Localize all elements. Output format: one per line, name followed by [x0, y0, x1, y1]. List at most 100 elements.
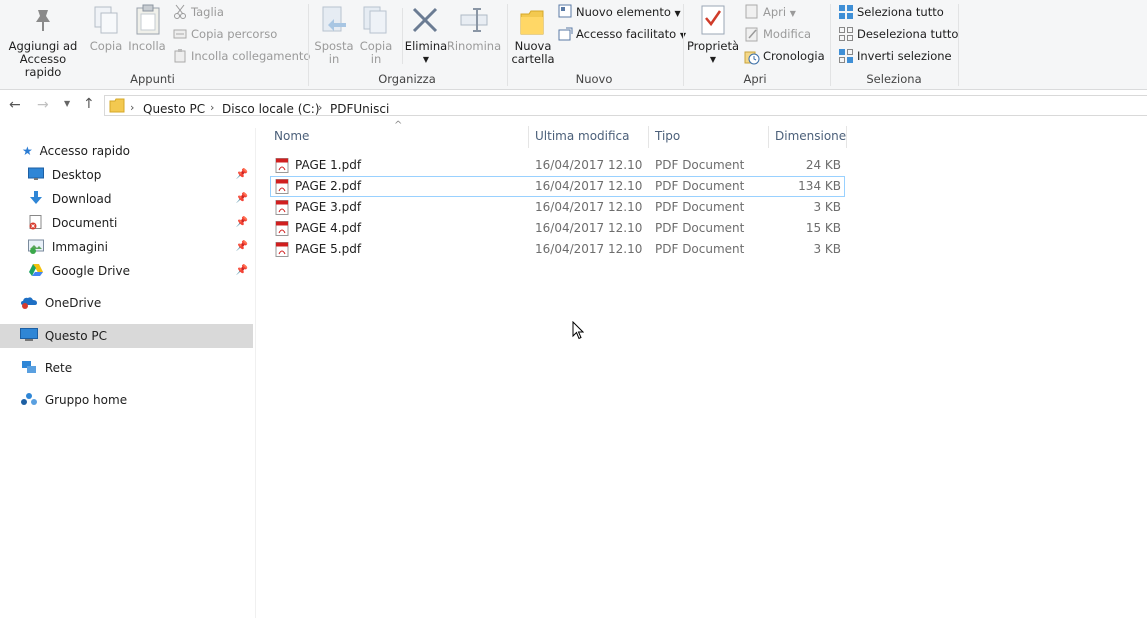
- breadcrumb-this-pc[interactable]: Questo PC: [143, 102, 205, 116]
- pin-icon[interactable]: 📌: [236, 260, 248, 282]
- select-all-icon: [838, 4, 854, 23]
- copy-button[interactable]: Copia: [86, 40, 126, 53]
- nav-item-desktop[interactable]: Desktop 📌: [28, 164, 252, 186]
- new-item-icon: [558, 4, 573, 22]
- onedrive-icon: [21, 297, 37, 309]
- file-type: PDF Document: [655, 158, 745, 172]
- history-icon: [744, 49, 760, 68]
- select-none-button[interactable]: Deseleziona tutto: [857, 27, 958, 41]
- nav-item-download[interactable]: Download 📌: [28, 188, 252, 210]
- desktop-icon: [28, 167, 44, 180]
- nav-item-quick-access[interactable]: ★ Accesso rapido: [22, 140, 252, 162]
- nav-item-immagini[interactable]: Immagini 📌: [28, 236, 252, 258]
- new-item-button[interactable]: Nuovo elemento ▼: [576, 5, 681, 19]
- nav-item-onedrive[interactable]: OneDrive: [20, 292, 252, 314]
- chevron-down-icon: ▼: [789, 9, 796, 18]
- copy-path-button[interactable]: Copia percorso: [191, 27, 277, 41]
- properties-label: Proprietà: [686, 39, 740, 53]
- nav-item-network[interactable]: Rete: [20, 357, 252, 379]
- open-icon: [745, 4, 759, 22]
- nav-label: Desktop: [51, 168, 102, 182]
- pdf-file-icon: [275, 179, 289, 194]
- table-row[interactable]: PAGE 4.pdf 16/04/2017 12.10 PDF Document…: [270, 218, 845, 239]
- select-all-button[interactable]: Seleziona tutto: [857, 5, 944, 19]
- invert-selection-button[interactable]: Inverti selezione: [857, 49, 952, 63]
- ribbon-separator: [830, 4, 831, 86]
- nav-label: Rete: [44, 361, 73, 375]
- address-box[interactable]: › Questo PC › Disco locale (C:) › PDFUni…: [104, 95, 1147, 116]
- pdf-file-icon: [275, 200, 289, 215]
- new-item-label: Nuovo elemento: [576, 5, 671, 19]
- column-divider[interactable]: [528, 126, 529, 148]
- copy-to-line2: in: [370, 52, 382, 66]
- delete-button[interactable]: Elimina ▼: [404, 40, 448, 66]
- pdf-file-icon: [275, 158, 289, 173]
- column-divider[interactable]: [846, 126, 847, 148]
- navigation-pane: ★ Accesso rapido Desktop 📌 Download 📌 Do…: [0, 128, 256, 618]
- breadcrumb-pdfunisci[interactable]: PDFUnisci: [330, 102, 389, 116]
- table-row[interactable]: PAGE 5.pdf 16/04/2017 12.10 PDF Document…: [270, 239, 845, 260]
- invert-selection-icon: [838, 48, 854, 67]
- pin-icon[interactable]: 📌: [236, 212, 248, 234]
- rename-button[interactable]: Rinomina: [446, 40, 502, 53]
- nav-label: OneDrive: [44, 296, 102, 310]
- pin-quick-access-button[interactable]: Aggiungi ad Accesso rapido: [2, 40, 84, 79]
- delete-label: Elimina: [404, 39, 448, 53]
- file-modified: 16/04/2017 12.10: [535, 158, 643, 172]
- nav-label: Documenti: [51, 216, 118, 230]
- copy-icon: [93, 5, 119, 38]
- chevron-right-icon[interactable]: ›: [318, 101, 322, 114]
- mouse-cursor-icon: [572, 320, 585, 343]
- pin-icon[interactable]: 📌: [236, 188, 248, 210]
- star-icon: ★: [22, 144, 33, 158]
- file-name: PAGE 2.pdf: [295, 179, 362, 193]
- pin-icon[interactable]: 📌: [236, 164, 248, 186]
- paste-link-button[interactable]: Incolla collegamento: [191, 49, 310, 63]
- easy-access-button[interactable]: Accesso facilitato ▼: [576, 27, 686, 41]
- rename-icon: [459, 6, 489, 37]
- easy-access-icon: [558, 27, 573, 45]
- sort-ascending-icon: ^: [394, 120, 403, 131]
- column-header-type[interactable]: Tipo: [655, 129, 680, 143]
- forward-arrow-icon[interactable]: →: [37, 97, 49, 113]
- nav-item-homegroup[interactable]: Gruppo home: [20, 389, 252, 411]
- nav-item-this-pc[interactable]: Questo PC: [20, 325, 252, 347]
- chevron-right-icon[interactable]: ›: [210, 101, 214, 114]
- column-header-modified[interactable]: Ultima modifica: [535, 129, 630, 143]
- cut-button[interactable]: Taglia: [191, 5, 224, 19]
- column-divider[interactable]: [768, 126, 769, 148]
- nav-item-google-drive[interactable]: Google Drive 📌: [28, 260, 252, 282]
- nav-label: Questo PC: [44, 329, 107, 343]
- pictures-icon: [28, 239, 44, 254]
- column-header-size[interactable]: Dimensione: [775, 129, 846, 143]
- chevron-down-icon: ▼: [422, 55, 430, 64]
- table-row[interactable]: PAGE 3.pdf 16/04/2017 12.10 PDF Document…: [270, 197, 845, 218]
- scissors-icon: [173, 4, 187, 23]
- back-arrow-icon[interactable]: ←: [9, 97, 21, 113]
- move-to-button[interactable]: Sposta in: [312, 40, 356, 66]
- column-header-name[interactable]: Nome: [274, 129, 309, 143]
- paste-link-icon: [173, 49, 187, 66]
- history-button[interactable]: Cronologia: [763, 49, 825, 63]
- table-row-selected[interactable]: PAGE 2.pdf 16/04/2017 12.10 PDF Document…: [270, 176, 845, 197]
- recent-locations-chevron-icon[interactable]: ▼: [64, 99, 70, 108]
- open-button[interactable]: Apri ▼: [763, 5, 796, 19]
- edit-button[interactable]: Modifica: [763, 27, 811, 41]
- file-name: PAGE 5.pdf: [295, 242, 362, 256]
- properties-button[interactable]: Proprietà ▼: [686, 40, 740, 66]
- nav-item-documenti[interactable]: Documenti 📌: [28, 212, 252, 234]
- download-icon: [30, 191, 42, 204]
- nav-label: Gruppo home: [44, 393, 128, 407]
- new-folder-button[interactable]: Nuova cartella: [511, 40, 555, 66]
- copy-to-button[interactable]: Copia in: [354, 40, 398, 66]
- file-name: PAGE 1.pdf: [295, 158, 362, 172]
- up-arrow-icon[interactable]: ↑: [83, 96, 95, 112]
- ribbon-separator: [402, 8, 403, 64]
- table-row[interactable]: PAGE 1.pdf 16/04/2017 12.10 PDF Document…: [270, 155, 845, 176]
- chevron-right-icon[interactable]: ›: [130, 101, 134, 114]
- pin-icon[interactable]: 📌: [236, 236, 248, 258]
- column-divider[interactable]: [648, 126, 649, 148]
- paste-button[interactable]: Incolla: [126, 40, 168, 53]
- chevron-down-icon: ▼: [674, 9, 681, 18]
- breadcrumb-local-disk[interactable]: Disco locale (C:): [222, 102, 320, 116]
